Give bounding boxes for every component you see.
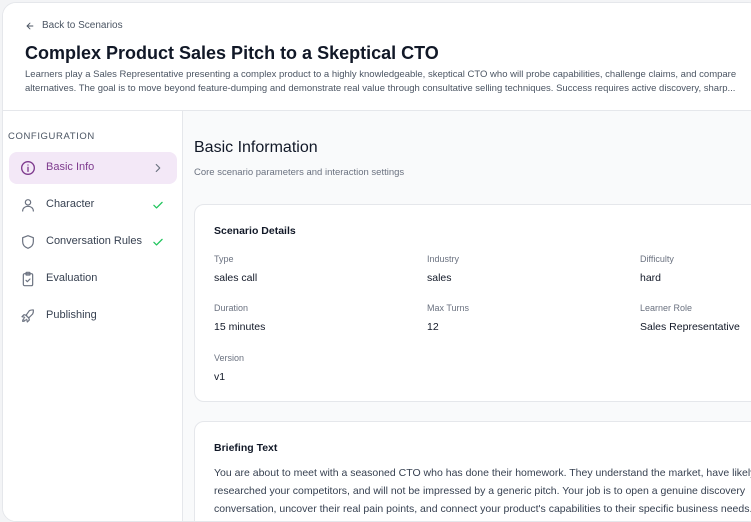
card-title: Scenario Details — [214, 225, 296, 237]
sidebar-item-evaluation[interactable]: Evaluation — [9, 263, 177, 295]
sidebar-item-label: Basic Info — [46, 161, 95, 173]
info-icon — [21, 161, 35, 175]
page-description: Learners play a Sales Representative pre… — [25, 69, 737, 94]
field-value: Sales Representative — [640, 321, 740, 333]
check-icon — [153, 201, 163, 209]
sidebar-item-label: Character — [46, 198, 95, 210]
sidebar-item-label: Conversation Rules — [46, 235, 142, 247]
back-to-scenarios-link[interactable]: Back to Scenarios — [25, 20, 123, 31]
field-value: sales call — [214, 272, 258, 284]
field-label: Type — [214, 254, 234, 264]
arrow-left-icon — [26, 22, 34, 29]
rocket-icon — [21, 309, 34, 323]
card-title: Briefing Text — [214, 442, 278, 454]
sidebar-item-basic-info[interactable]: Basic Info — [9, 152, 177, 184]
sidebar-item-label: Publishing — [46, 309, 97, 321]
field-difficulty: Difficulty hard — [640, 254, 674, 284]
field-learner-role: Learner Role Sales Representative — [640, 303, 740, 333]
field-type: Type sales call — [214, 254, 257, 284]
shield-icon — [22, 235, 34, 249]
field-duration: Duration 15 minutes — [214, 303, 265, 333]
field-value: 15 minutes — [214, 321, 266, 333]
field-label: Industry — [427, 254, 460, 264]
field-max-turns: Max Turns 12 — [427, 303, 469, 333]
check-icon — [153, 238, 163, 246]
page-title: Complex Product Sales Pitch to a Skeptic… — [25, 43, 439, 63]
sidebar-item-conversation-rules[interactable]: Conversation Rules — [9, 226, 177, 258]
sidebar-section-title: CONFIGURATION — [8, 131, 95, 142]
user-icon — [22, 199, 34, 212]
field-industry: Industry sales — [427, 254, 459, 284]
sidebar-item-publishing[interactable]: Publishing — [9, 300, 177, 332]
chevron-right-icon — [155, 163, 161, 173]
field-version: Version v1 — [214, 353, 244, 383]
field-value: sales — [427, 272, 452, 284]
field-label: Max Turns — [427, 303, 470, 313]
back-label: Back to Scenarios — [42, 20, 123, 31]
section-subtitle: Core scenario parameters and interaction… — [194, 167, 405, 178]
field-label: Version — [214, 353, 245, 363]
main-content: Basic Information Core scenario paramete… — [183, 111, 751, 521]
sidebar-item-character[interactable]: Character — [9, 189, 177, 221]
briefing-text: You are about to meet with a seasoned CT… — [214, 467, 751, 515]
field-value: v1 — [214, 371, 226, 383]
field-label: Learner Role — [640, 303, 693, 313]
configuration-sidebar: CONFIGURATION Basic Info Character Conve… — [3, 111, 183, 521]
clipboard-check-icon — [22, 271, 34, 287]
briefing-text-card: Briefing Text You are about to meet with… — [194, 421, 751, 521]
field-label: Duration — [214, 303, 249, 313]
app-window: Back to Scenarios Complex Product Sales … — [2, 2, 751, 522]
field-value: 12 — [427, 321, 439, 333]
page-header: Back to Scenarios Complex Product Sales … — [3, 3, 751, 111]
scenario-details-card: Scenario Details Type sales call Industr… — [194, 204, 751, 402]
field-value: hard — [640, 272, 662, 284]
field-label: Difficulty — [640, 254, 674, 264]
section-title: Basic Information — [194, 139, 318, 156]
sidebar-item-label: Evaluation — [46, 272, 98, 284]
